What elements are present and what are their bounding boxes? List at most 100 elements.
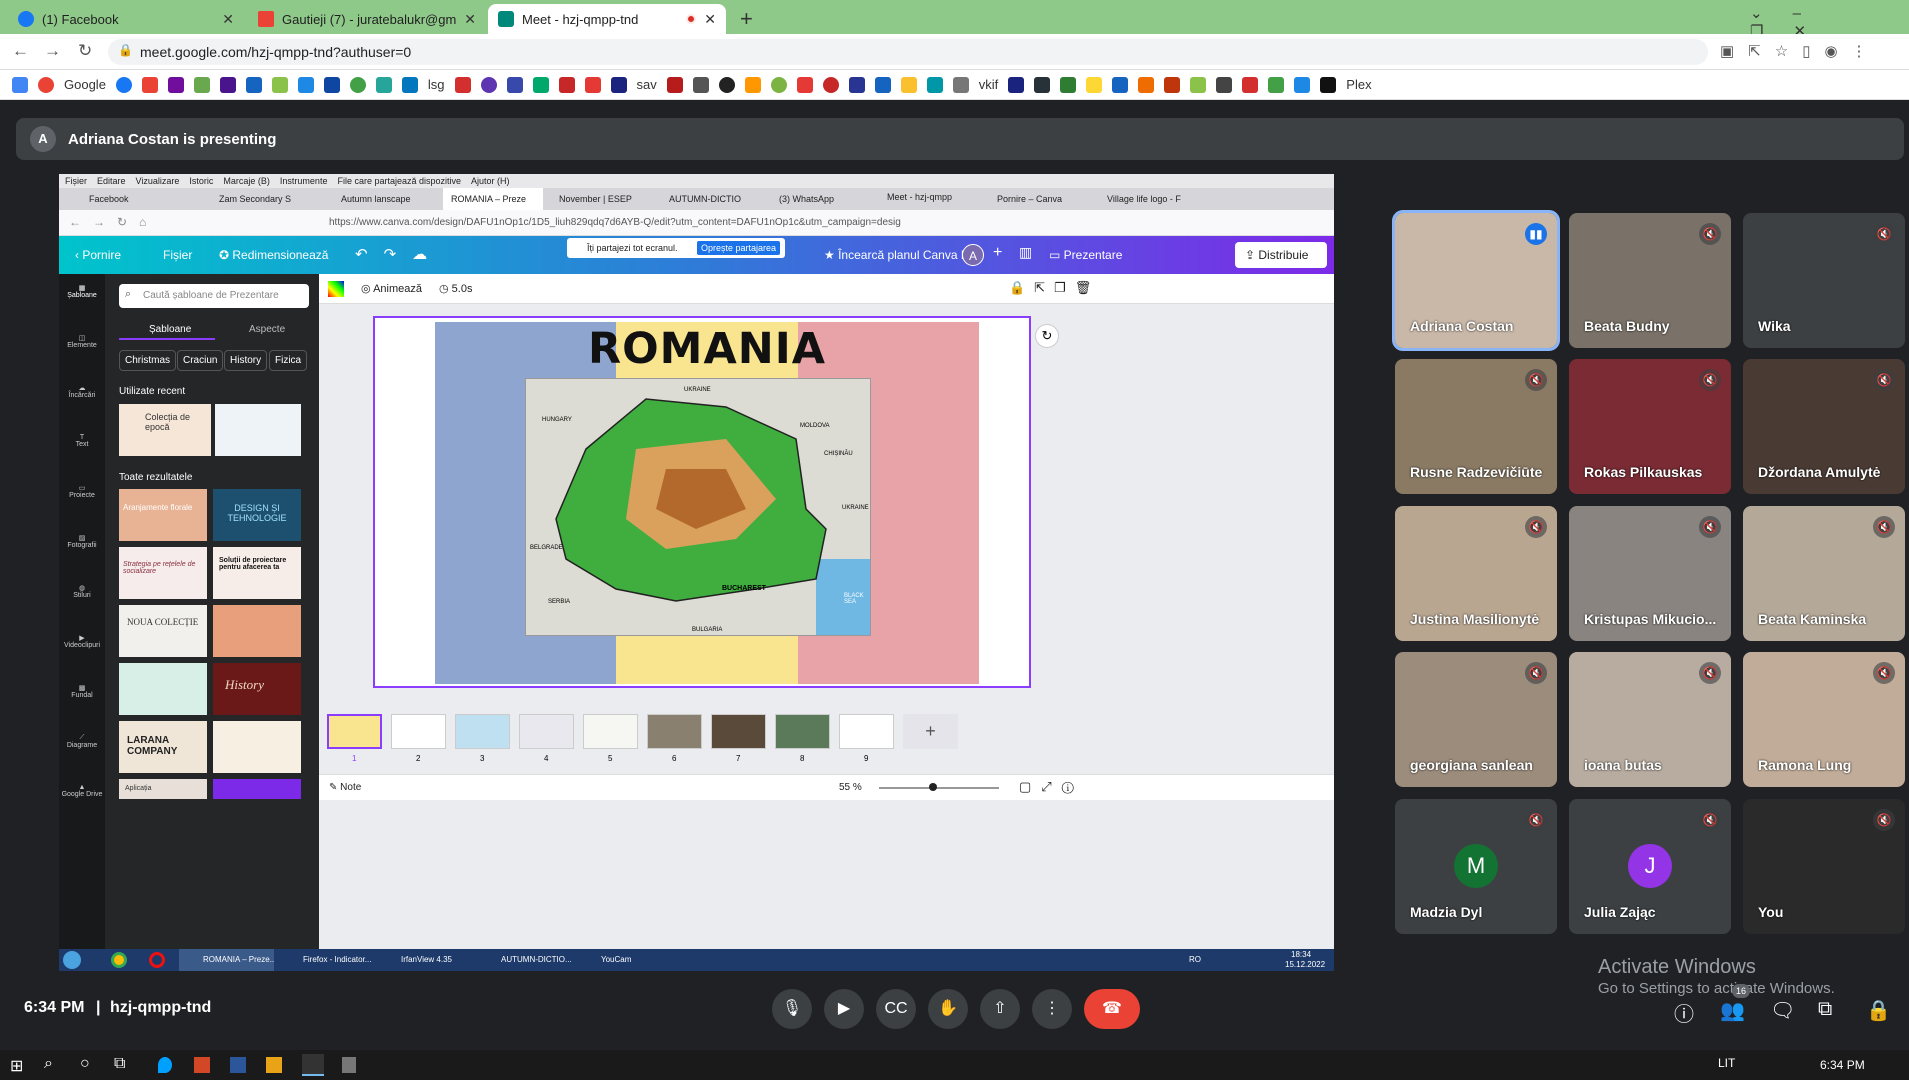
bookmark-lsg[interactable]: lsg [428,77,445,92]
rail-photos[interactable]: ▨ Fotografii [59,534,105,549]
bookmark-icon[interactable] [1112,76,1129,93]
page-thumb[interactable] [519,714,574,749]
bookmark-icon[interactable] [454,76,471,93]
present-button[interactable]: ▭ Prezentare [1049,248,1122,262]
firefox-tab[interactable]: Village life logo - F [1107,194,1197,204]
chip[interactable]: Craciun [177,350,224,371]
chip[interactable]: Christmas [119,350,177,371]
bookmark-sav[interactable]: sav [637,77,657,92]
bookmark-icon[interactable] [349,76,366,93]
menu-item[interactable]: Fișier [65,176,87,186]
menu-item[interactable]: Marcaje (B) [223,176,270,186]
close-tab-icon[interactable]: ✕ [704,11,716,28]
language-indicator[interactable]: LIT [1718,1056,1735,1070]
bookmark-icon[interactable] [822,76,839,93]
participant-tile[interactable]: 🔇 Beata Kaminska [1743,506,1905,641]
bookmark-icon[interactable] [1242,76,1259,93]
participant-tile[interactable]: 🔇 Kristupas Mikucio... [1569,506,1731,641]
template-card[interactable] [213,721,301,773]
rail-elements[interactable]: ◫ Elemente [59,334,105,349]
view-icons[interactable]: ▢⤢ⓘ [1019,779,1084,795]
bookmark-icon[interactable] [1034,76,1051,93]
chrome-icon[interactable] [111,952,127,968]
bookmark-icon[interactable] [167,76,184,93]
new-tab-button[interactable]: + [740,6,753,32]
bookmark-icon[interactable] [1060,76,1077,93]
powerpoint-icon[interactable] [194,1057,210,1073]
people-icon[interactable]: 👥 [1720,998,1745,1023]
rail-styles[interactable]: ◍ Stiluri [59,584,105,599]
template-card[interactable] [215,404,301,456]
bookmark-icon[interactable] [401,76,418,93]
bookmark-icon[interactable] [115,76,132,93]
calculator-icon[interactable] [342,1057,356,1073]
bookmark-icon[interactable] [1086,76,1103,93]
bookmark-icon[interactable] [271,76,288,93]
rail-charts[interactable]: ⟋ Diagrame [59,734,105,749]
refresh-icon[interactable]: ↻ [1035,324,1059,348]
canva-resize[interactable]: ✪ Redimensionează [219,248,328,262]
host-controls-icon[interactable]: 🔒 [1866,998,1891,1023]
template-card[interactable]: DESIGN ȘI TEHNOLOGIE [213,489,301,541]
participant-tile[interactable]: 🔇 Justina Masilionytė [1395,506,1557,641]
bookmark-icon[interactable] [1294,76,1311,93]
bookmark-icon[interactable] [506,76,523,93]
rail-videos[interactable]: ▶ Videoclipuri [59,634,105,649]
taskbar-item[interactable]: ROMANIA – Preze... [179,949,274,971]
menu-item[interactable]: Ajutor (H) [471,176,510,186]
participant-tile[interactable]: M 🔇 Madzia Dyl [1395,799,1557,934]
rail-google-drive[interactable]: ▲ Google Drive [59,784,105,798]
bookmark-icon[interactable] [1268,76,1285,93]
participant-tile[interactable]: 🔇 Ramona Lung [1743,652,1905,787]
firefox-nav-icons[interactable]: ←→↻⌂ [69,215,158,229]
browser-tab[interactable]: Gautieji (7) - juratebalukr@gmail ✕ [248,4,486,34]
color-picker-icon[interactable] [328,281,344,297]
bookmark-icon[interactable] [692,76,709,93]
start-icon[interactable] [63,951,81,969]
search-icon[interactable]: ⌕ [44,1055,53,1073]
bookmark-icon[interactable] [375,76,392,93]
bookmark-icon[interactable] [610,76,627,93]
canva-file-menu[interactable]: Fișier [163,248,192,262]
chip[interactable]: History [224,350,268,371]
activities-icon[interactable]: ⧉ [1818,998,1832,1021]
notes-button[interactable]: ✎ Note [329,782,361,793]
bookmark-icon[interactable] [1164,76,1181,93]
participant-tile[interactable]: 🔇 Beata Budny [1569,213,1731,348]
bookmark-icon[interactable] [666,76,683,93]
opera-icon[interactable] [149,952,165,968]
back-icon[interactable]: ← [12,41,29,61]
bookmark-icon[interactable] [558,76,575,93]
page-thumb[interactable] [583,714,638,749]
bookmark-icon[interactable] [584,76,601,93]
firefox-tab[interactable]: Meet - hzj-qmpp [887,192,972,202]
address-bar[interactable]: 🔒 meet.google.com/hzj-qmpp-tnd?authuser=… [108,39,1708,65]
template-search[interactable]: ⌕ Caută șabloane de Prezentare [119,284,309,308]
browser-tab[interactable]: (1) Facebook ✕ [8,4,244,34]
bookmark-icon[interactable] [193,76,210,93]
template-card[interactable]: Soluții de proiectare pentru afacerea ta [213,547,301,599]
animate-button[interactable]: ◎ Animează [361,282,422,295]
participant-tile[interactable]: 🔇 ioana butas [1569,652,1731,787]
rail-templates[interactable]: ▦ Șabloane [59,284,105,299]
template-card[interactable] [119,663,207,715]
page-thumb[interactable] [775,714,830,749]
undo-redo-icons[interactable]: ↶↷☁ [355,245,443,263]
participant-tile[interactable]: 🔇 Rokas Pilkauskas [1569,359,1731,494]
template-card[interactable]: LARANA COMPANY [119,721,207,773]
bookmark-icon[interactable] [770,76,787,93]
bookmark-icon[interactable] [900,76,917,93]
duration-button[interactable]: ◷ 5.0s [439,282,472,295]
bookmark-icon[interactable] [1216,76,1233,93]
bookmark-icon[interactable] [874,76,891,93]
bookmark-icon[interactable] [796,76,813,93]
menu-item[interactable]: Istoric [189,176,213,186]
word-icon[interactable] [230,1057,246,1073]
rail-background[interactable]: ▩ Fundal [59,684,105,699]
info-icon[interactable]: ⓘ [1674,998,1694,1027]
firefox-tab[interactable]: Zam Secondary S [219,194,319,204]
stop-sharing-button[interactable]: Oprește partajarea [697,241,781,255]
template-card[interactable]: Aranjamente florale [119,489,207,541]
forward-icon[interactable]: → [44,41,61,61]
page-thumb[interactable] [711,714,766,749]
